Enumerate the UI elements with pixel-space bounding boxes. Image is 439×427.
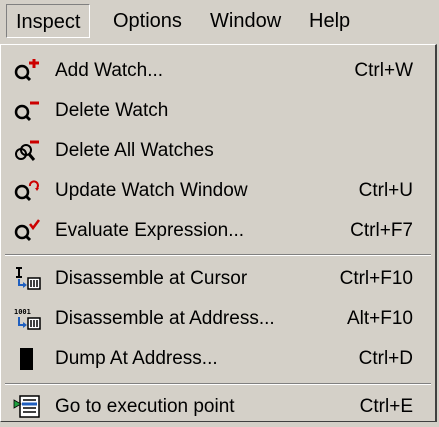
menu-item-label: Evaluate Expression... [55, 220, 245, 241]
menu-item-label: Disassemble at Address... [55, 308, 275, 329]
menu-item-shortcut: Ctrl+W [354, 60, 413, 81]
menu-item-evaluate-expression[interactable]: Evaluate Expression... Ctrl+F7 [1, 211, 435, 251]
menu-item-label: Dump At Address... [55, 348, 218, 369]
menu-item-shortcut: Ctrl+E [359, 396, 413, 417]
menu-item-delete-all-watches[interactable]: Delete All Watches [1, 131, 435, 171]
menu-separator [5, 254, 431, 256]
menu-item-add-watch[interactable]: Add Watch... Ctrl+W [1, 51, 435, 91]
update-watch-icon [13, 179, 41, 203]
menu-item-shortcut: Alt+F10 [346, 308, 413, 329]
menu-item-update-watch-window[interactable]: Update Watch Window Ctrl+U [1, 171, 435, 211]
menu-options[interactable]: Options [104, 4, 191, 38]
svg-text:1001: 1001 [14, 308, 31, 316]
menu-item-disassemble-at-address[interactable]: 1001 Disassemble at Address... Alt+F10 [1, 299, 435, 339]
disassemble-address-icon: 1001 [13, 307, 41, 331]
menu-item-label: Delete Watch [55, 100, 169, 121]
menu-item-label: Delete All Watches [55, 140, 214, 161]
disassemble-cursor-icon [13, 267, 41, 291]
menu-item-label: Go to execution point [55, 396, 235, 417]
menu-item-shortcut: Ctrl+D [358, 348, 413, 369]
menu-item-shortcut: Ctrl+F10 [339, 268, 413, 289]
menu-inspect[interactable]: Inspect [6, 4, 91, 38]
menu-item-disassemble-at-cursor[interactable]: Disassemble at Cursor Ctrl+F10 [1, 259, 435, 299]
dump-address-icon [13, 347, 41, 371]
add-watch-icon [13, 59, 41, 83]
menu-item-delete-watch[interactable]: Delete Watch [1, 91, 435, 131]
menu-bar: Inspect Options Window Help [0, 0, 439, 44]
menu-separator [5, 383, 431, 385]
delete-watch-icon [13, 99, 41, 123]
menu-help[interactable]: Help [300, 4, 359, 38]
menu-item-shortcut: Ctrl+U [358, 180, 413, 201]
menu-item-shortcut: Ctrl+F7 [350, 220, 413, 241]
inspect-dropdown-menu: Add Watch... Ctrl+W Delete Watch Delete … [0, 44, 437, 422]
menu-item-dump-at-address[interactable]: Dump At Address... Ctrl+D [1, 339, 435, 379]
execution-point-icon [13, 395, 41, 419]
evaluate-expression-icon [13, 219, 41, 243]
delete-all-watches-icon [13, 139, 41, 163]
menu-item-label: Disassemble at Cursor [55, 268, 248, 289]
menu-item-go-to-execution-point[interactable]: Go to execution point Ctrl+E [1, 387, 435, 427]
menu-item-label: Add Watch... [55, 60, 164, 81]
menu-item-label: Update Watch Window [55, 180, 248, 201]
menu-window[interactable]: Window [201, 4, 290, 38]
